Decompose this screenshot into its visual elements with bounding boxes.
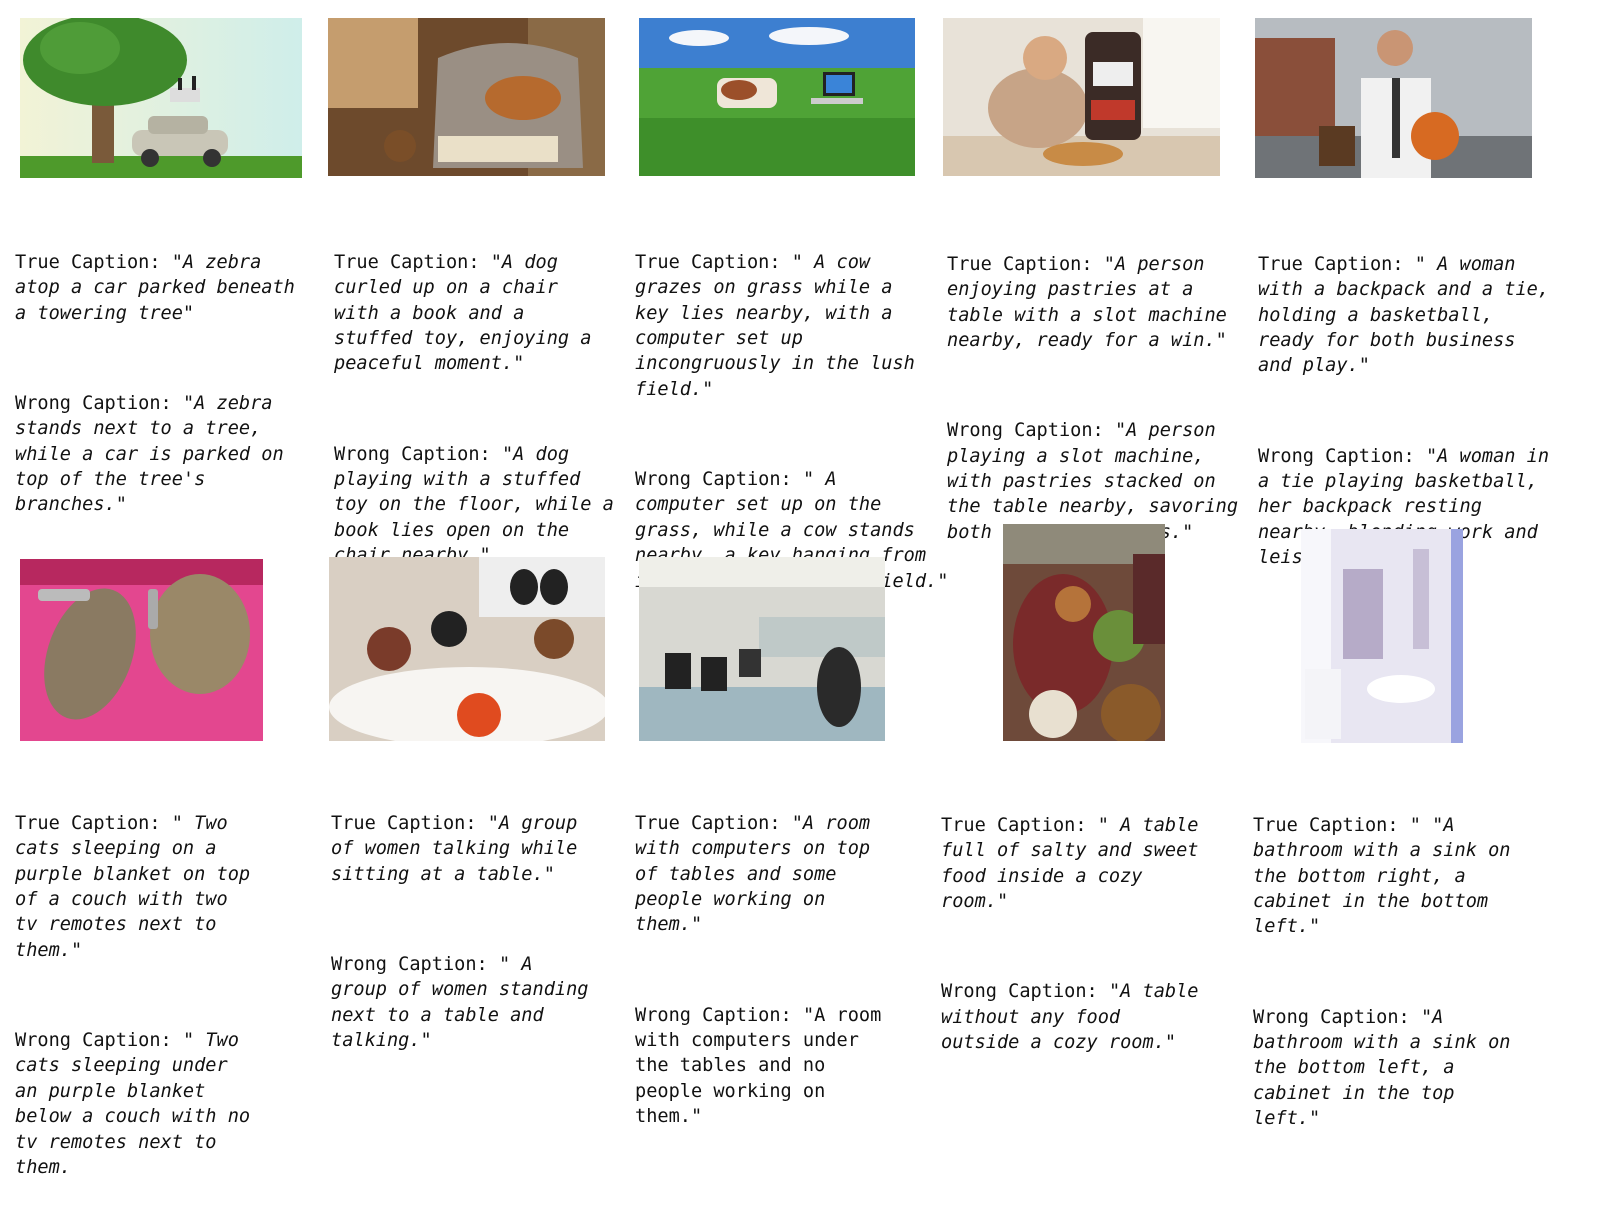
wrong-caption: Wrong Caption: " Two cats sleeping under… bbox=[15, 1028, 250, 1180]
wrong-caption: Wrong Caption: "A table without any food… bbox=[941, 979, 1199, 1055]
wrong-caption: Wrong Caption: "A bathroom with a sink o… bbox=[1253, 1005, 1510, 1132]
true-caption-label: True Caption: bbox=[15, 251, 161, 273]
image-zebra-car-tree bbox=[20, 18, 302, 178]
caption-block-2: True Caption: "A dog curled up on a chai… bbox=[334, 199, 614, 608]
wrong-caption-label: Wrong Caption: bbox=[947, 420, 1104, 442]
true-caption: True Caption: "A group of women talking … bbox=[331, 811, 588, 887]
true-caption-label: True Caption: bbox=[1253, 814, 1399, 836]
true-caption-label: True Caption: bbox=[15, 812, 161, 834]
wrong-caption: Wrong Caption: " A group of women standi… bbox=[331, 952, 588, 1054]
image-dog-chair-book bbox=[328, 18, 605, 176]
caption-block-8: True Caption: "A room with computers on … bbox=[635, 760, 881, 1169]
wrong-caption: Wrong Caption: "A room with computers un… bbox=[635, 1003, 881, 1130]
true-caption-label: True Caption: bbox=[331, 812, 477, 834]
true-caption: True Caption: " A cow grazes on grass wh… bbox=[635, 250, 948, 402]
true-caption: True Caption: "A room with computers on … bbox=[635, 811, 881, 938]
true-caption: True Caption: " A woman with a backpack … bbox=[1258, 252, 1549, 379]
wrong-caption-label: Wrong Caption: bbox=[15, 1030, 172, 1052]
wrong-caption-label: Wrong Caption: bbox=[331, 953, 488, 975]
true-caption-label: True Caption: bbox=[1258, 253, 1404, 275]
image-cats-pink-blanket bbox=[20, 559, 263, 741]
image-woman-tie-basketball bbox=[1255, 18, 1532, 178]
true-caption-label: True Caption: bbox=[635, 812, 781, 834]
caption-block-7: True Caption: "A group of women talking … bbox=[331, 760, 588, 1093]
true-caption: True Caption: "A zebra atop a car parked… bbox=[15, 250, 295, 326]
wrong-caption-label: Wrong Caption: bbox=[334, 443, 491, 465]
true-caption-label: True Caption: bbox=[635, 251, 781, 273]
true-caption: True Caption: " A table full of salty an… bbox=[941, 813, 1199, 915]
wrong-caption-label: Wrong Caption: bbox=[635, 1004, 792, 1026]
true-caption: True Caption: " Two cats sleeping on a p… bbox=[15, 811, 250, 963]
image-bathroom-sink bbox=[1301, 529, 1463, 743]
wrong-caption: Wrong Caption: "A dog playing with a stu… bbox=[334, 442, 614, 569]
wrong-caption-text: " Two cats sleeping under an purple blan… bbox=[15, 1030, 251, 1179]
image-women-at-table bbox=[329, 557, 605, 741]
true-caption-label: True Caption: bbox=[334, 251, 480, 273]
image-office-computers bbox=[639, 557, 885, 741]
true-caption-label: True Caption: bbox=[947, 253, 1093, 275]
true-caption: True Caption: "A dog curled up on a chai… bbox=[334, 250, 614, 377]
true-caption: True Caption: " "A bathroom with a sink … bbox=[1253, 813, 1510, 940]
true-caption: True Caption: "A person enjoying pastrie… bbox=[947, 252, 1238, 354]
true-caption-label: True Caption: bbox=[941, 814, 1087, 836]
wrong-caption-label: Wrong Caption: bbox=[1253, 1006, 1410, 1028]
image-person-pastries-slot-machine bbox=[943, 18, 1220, 176]
caption-block-10: True Caption: " "A bathroom with a sink … bbox=[1253, 762, 1510, 1171]
wrong-caption-label: Wrong Caption: bbox=[1258, 445, 1415, 467]
true-caption-text: " A cow grazes on grass while a key lies… bbox=[635, 251, 915, 400]
caption-block-9: True Caption: " A table full of salty an… bbox=[941, 762, 1199, 1095]
wrong-caption-label: Wrong Caption: bbox=[635, 469, 792, 491]
wrong-caption-label: Wrong Caption: bbox=[941, 981, 1098, 1003]
wrong-caption-label: Wrong Caption: bbox=[15, 392, 172, 414]
true-caption-text: " Two cats sleeping on a purple blanket … bbox=[15, 812, 251, 961]
image-table-full-of-food bbox=[1003, 524, 1165, 741]
image-cow-computer-field bbox=[639, 18, 915, 176]
wrong-caption: Wrong Caption: "A zebra stands next to a… bbox=[15, 391, 295, 518]
caption-block-6: True Caption: " Two cats sleeping on a p… bbox=[15, 760, 250, 1220]
caption-block-1: True Caption: "A zebra atop a car parked… bbox=[15, 199, 295, 557]
